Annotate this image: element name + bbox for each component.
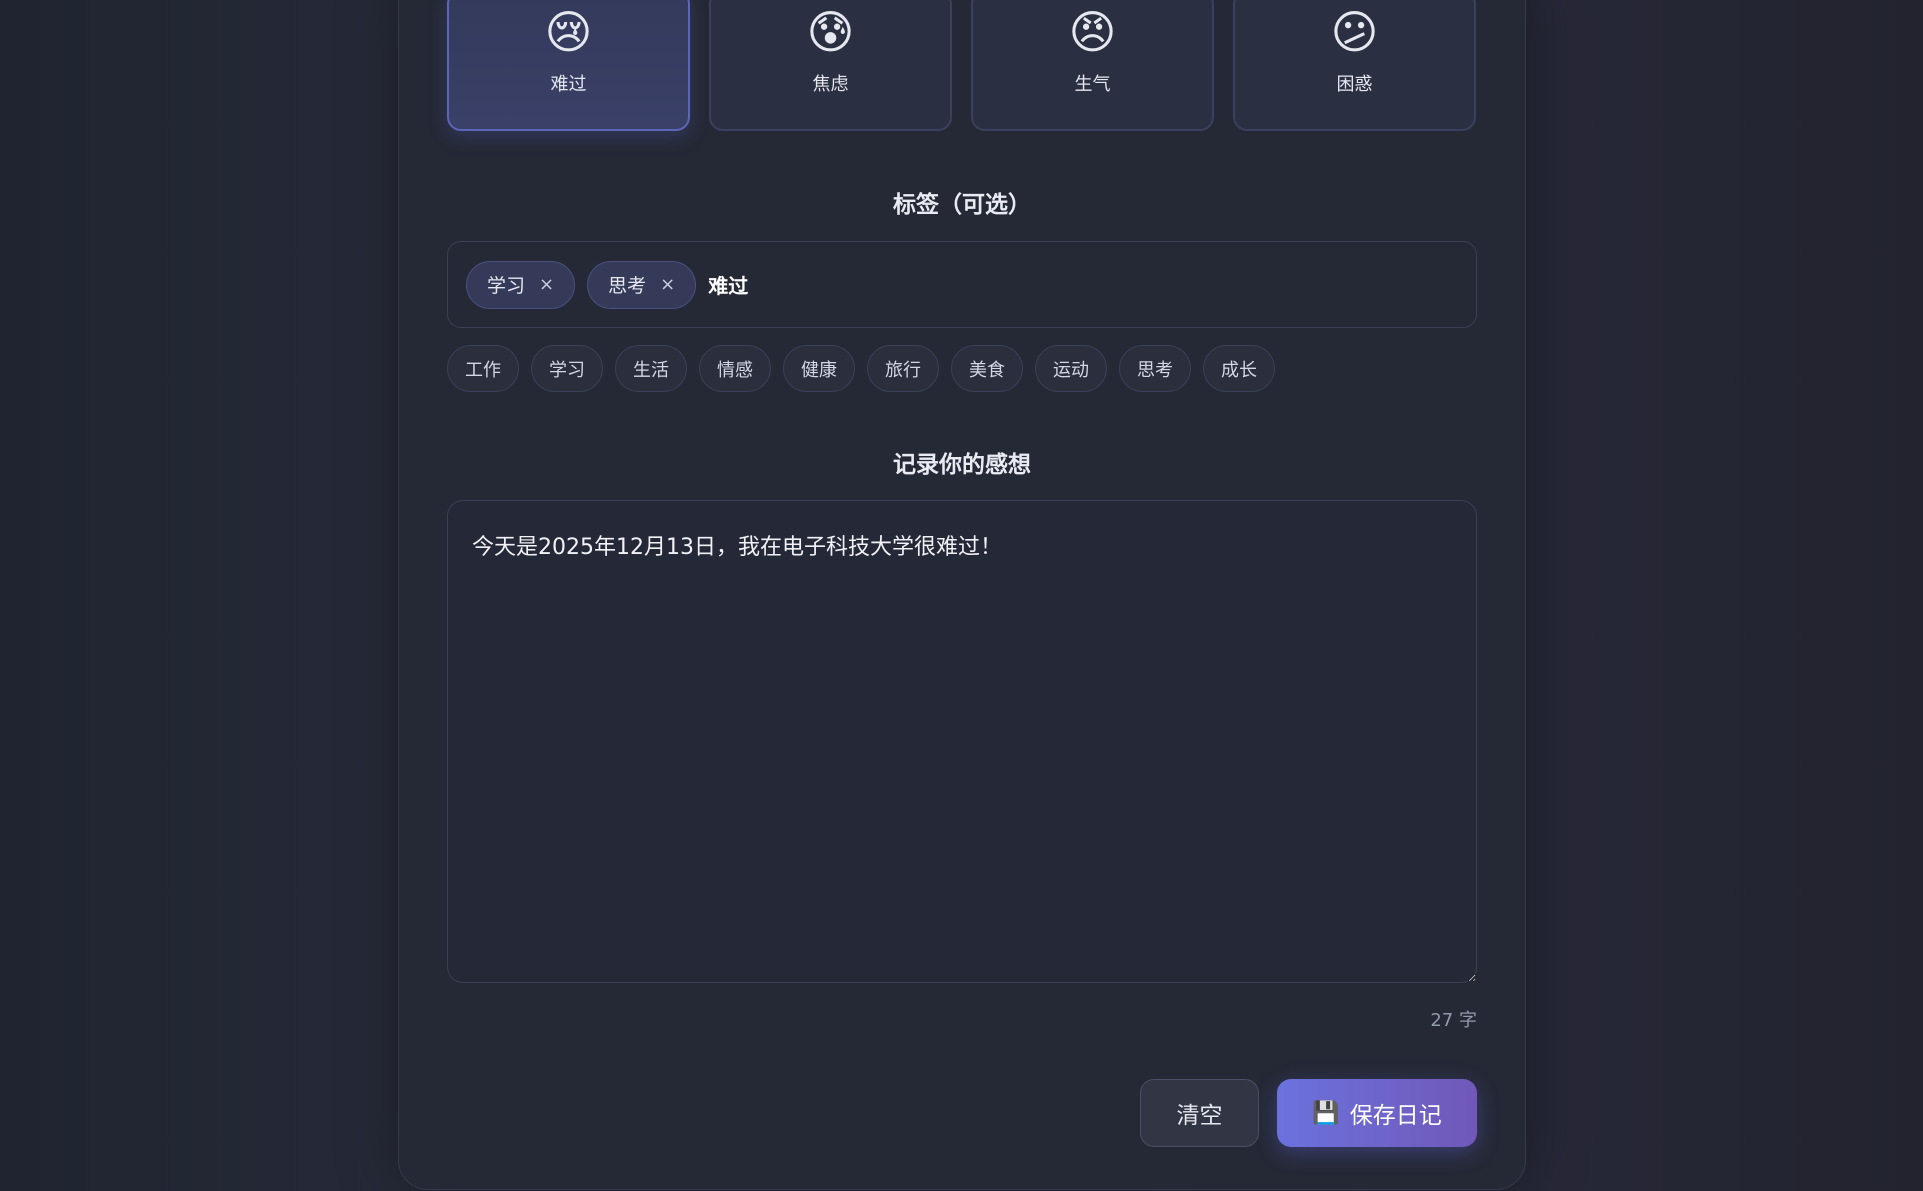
suggested-tag-food[interactable]: 美食 [951,345,1023,392]
suggested-tag-travel[interactable]: 旅行 [867,345,939,392]
mood-option-confused[interactable]: 😕 困惑 [1233,0,1476,131]
suggested-tag-health[interactable]: 健康 [783,345,855,392]
diary-textarea[interactable]: 今天是2025年12月13日，我在电子科技大学很难过！ [447,500,1477,983]
tag-chip-label: 思考 [608,275,647,297]
sad-face-icon: 😢 [544,5,593,59]
anxious-face-icon: 😰 [806,5,855,59]
mood-label: 难过 [550,74,587,95]
confused-face-icon: 😕 [1330,5,1379,59]
tags-section-title: 标签（可选） [893,192,1031,218]
mood-option-anxious[interactable]: 😰 焦虑 [709,0,952,131]
save-button-label: 保存日记 [1349,1103,1442,1129]
entry-section-title: 记录你的感想 [893,452,1031,478]
floppy-disk-icon: 💾 [1312,1100,1340,1126]
mood-label: 焦虑 [812,74,849,95]
mood-option-angry[interactable]: 😠 生气 [971,0,1214,131]
mood-label: 困惑 [1336,74,1373,95]
selected-tag-chip: 学习 × [466,260,576,309]
tag-text-input[interactable] [708,264,1009,305]
save-diary-button[interactable]: 💾 保存日记 [1277,1079,1477,1147]
suggested-tag-study[interactable]: 学习 [531,345,603,392]
suggested-tag-life[interactable]: 生活 [615,345,687,392]
mood-label: 生气 [1074,74,1111,95]
remove-tag-icon[interactable]: × [539,274,554,295]
mood-option-sad[interactable]: 😢 难过 [447,0,690,131]
suggested-tag-sports[interactable]: 运动 [1035,345,1107,392]
angry-face-icon: 😠 [1068,5,1117,59]
selected-tag-chip: 思考 × [587,260,697,309]
suggested-tag-thinking[interactable]: 思考 [1119,345,1191,392]
tag-input-box[interactable]: 学习 × 思考 × [447,241,1477,328]
remove-tag-icon[interactable]: × [660,274,675,295]
clear-button[interactable]: 清空 [1140,1079,1259,1147]
mood-selector: 😢 难过 😰 焦虑 😠 生气 😕 困惑 [447,0,1476,131]
suggested-tag-emotion[interactable]: 情感 [699,345,771,392]
suggested-tags: 工作 学习 生活 情感 健康 旅行 美食 运动 思考 成长 [447,345,1275,392]
tag-chip-label: 学习 [487,275,526,297]
suggested-tag-work[interactable]: 工作 [447,345,519,392]
suggested-tag-growth[interactable]: 成长 [1203,345,1275,392]
char-counter: 27 字 [1430,1010,1477,1031]
